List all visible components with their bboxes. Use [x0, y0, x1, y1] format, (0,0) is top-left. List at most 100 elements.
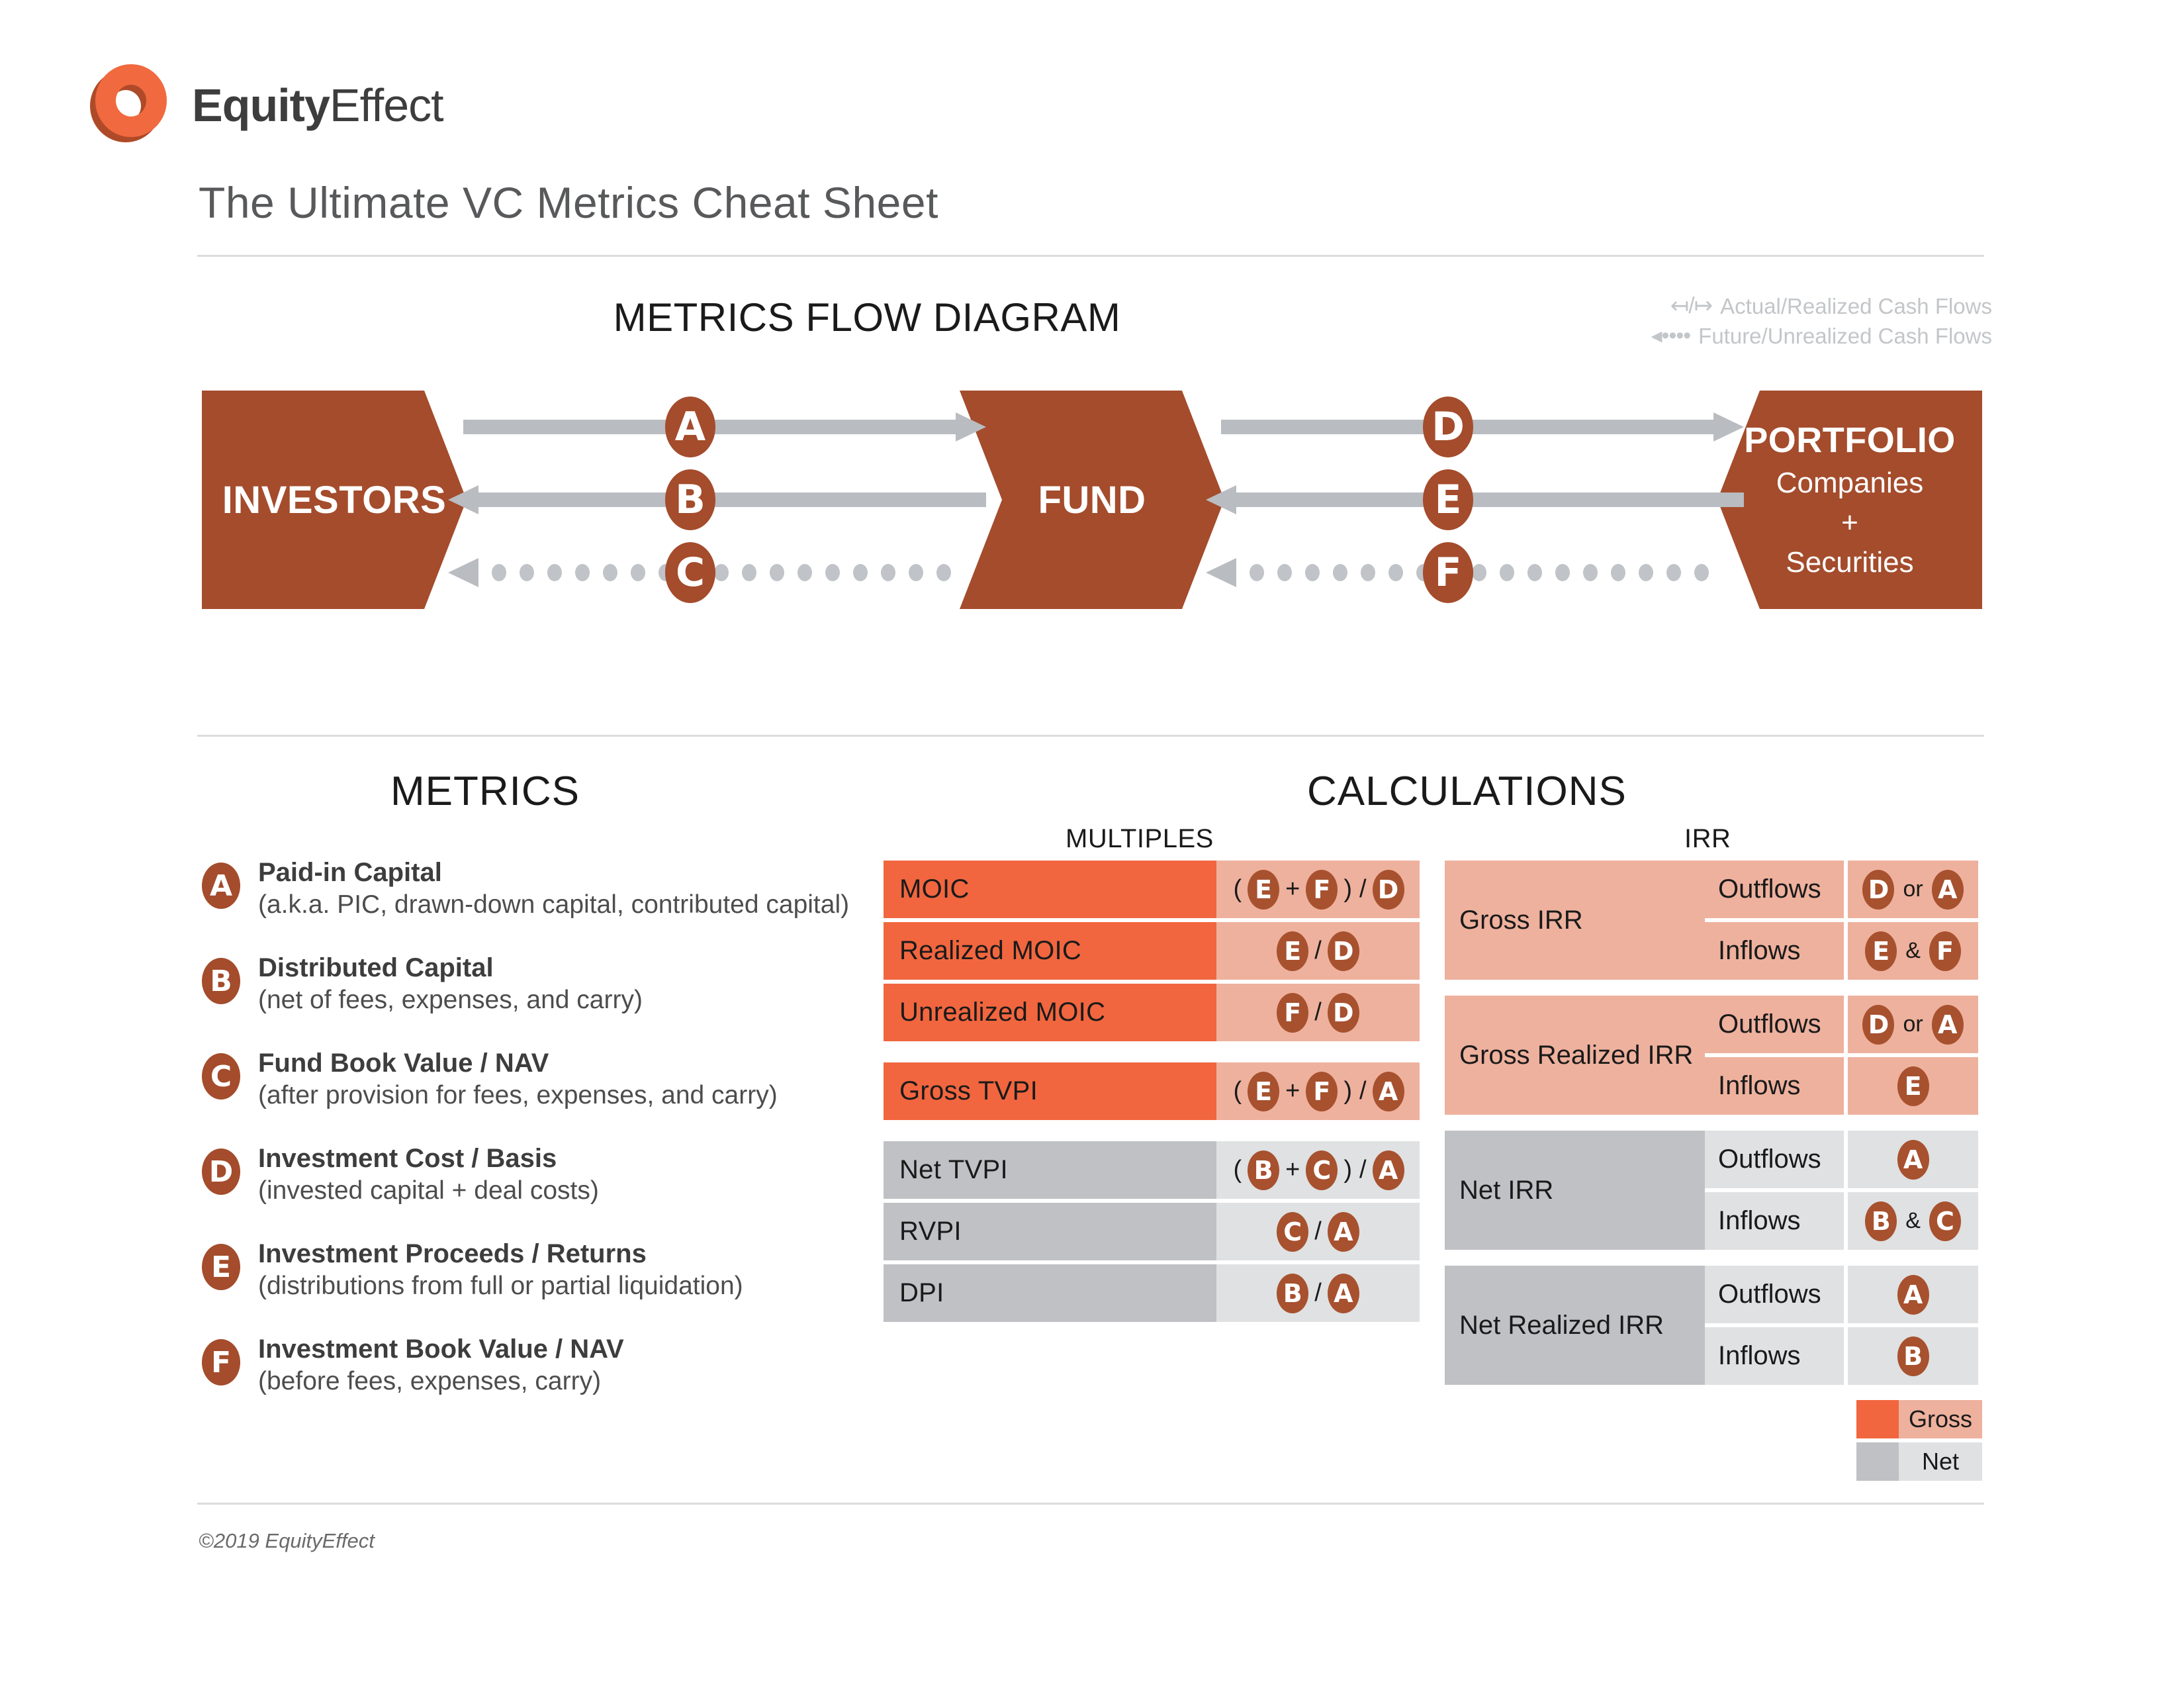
- metric-item-c: C Fund Book Value / NAV (after provision…: [202, 1048, 864, 1143]
- metric-item-d: D Investment Cost / Basis (invested capi…: [202, 1143, 864, 1239]
- table-row: Outflows Dor A: [1705, 996, 1978, 1053]
- multiple-label-rvpi: RVPI: [884, 1203, 1217, 1260]
- formula-pill-d: D: [1862, 1004, 1895, 1045]
- formula-operator: &: [1905, 938, 1921, 963]
- key-label-net: Net: [1899, 1442, 1982, 1481]
- table-row: Gross TVPI (E + F) / A: [884, 1062, 1420, 1120]
- brand-logo: EquityEffect: [86, 63, 444, 148]
- table-row: Unrealized MOIC F / D: [884, 984, 1420, 1041]
- flow-node-fund: FUND: [960, 391, 1224, 609]
- formula-pill-c: C: [1306, 1150, 1338, 1190]
- formula-operator: +: [1285, 1156, 1300, 1184]
- multiple-label-gross-tvpi: Gross TVPI: [884, 1062, 1217, 1120]
- irr-outflows-label: Outflows: [1705, 996, 1844, 1053]
- formula-operator: /: [1314, 998, 1322, 1026]
- table-row: RVPI C / A: [884, 1203, 1420, 1260]
- metric-item-e: E Investment Proceeds / Returns (distrib…: [202, 1239, 864, 1334]
- key-label-gross: Gross: [1899, 1400, 1982, 1438]
- irr-block-net-irr: Net IRR Outflows A Inflows B & C: [1445, 1131, 1982, 1250]
- multiple-formula-realized-moic: E / D: [1216, 922, 1420, 980]
- metric-name-b: Distributed Capital: [258, 953, 494, 982]
- formula-operator: (: [1233, 1156, 1242, 1184]
- metric-desc-c: (after provision for fees, expenses, and…: [258, 1081, 778, 1110]
- table-row: Outflows A: [1705, 1131, 1978, 1188]
- flow-arrow-c-dots: [492, 558, 951, 587]
- metric-badge-f: F: [202, 1339, 240, 1385]
- multiple-formula-gross-tvpi: (E + F) / A: [1216, 1062, 1420, 1120]
- formula-pill-e: E: [1897, 1066, 1929, 1106]
- multiple-label-moic: MOIC: [884, 861, 1217, 918]
- table-spacer: [884, 1045, 1420, 1062]
- formula-operator: ): [1343, 1156, 1352, 1184]
- gross-net-key: Gross Net: [1856, 1400, 1982, 1485]
- metric-badge-d: D: [202, 1149, 240, 1195]
- flow-arrow-d: [1221, 412, 1744, 442]
- brand-name-light: Effect: [329, 79, 444, 131]
- formula-operator: /: [1314, 937, 1322, 964]
- irr-inflows-label: Inflows: [1705, 1192, 1844, 1250]
- formula-operator: /: [1359, 875, 1367, 903]
- multiple-formula-moic: (E + F) / D: [1216, 861, 1420, 918]
- multiples-table: MOIC (E + F) / D Realized MOIC E / D Unrealize…: [884, 861, 1420, 1326]
- legend-label-future: Future/Unrealized Cash Flows: [1698, 323, 1992, 348]
- flow-node-portfolio: PORTFOLIO Companies + Securities: [1717, 391, 1982, 609]
- metric-desc-b: (net of fees, expenses, and carry): [258, 986, 643, 1015]
- irr-heading: IRR: [1684, 824, 1731, 853]
- metrics-list: A Paid-in Capital (a.k.a. PIC, drawn-dow…: [202, 857, 864, 1429]
- irr-block-gross-irr: Gross IRR Outflows Dor A Inflows E & F: [1445, 861, 1982, 980]
- dotted-arrow-icon: ◂••••: [1651, 322, 1691, 348]
- portfolio-sub-plus: +: [1841, 506, 1858, 539]
- formula-pill-d: D: [1862, 869, 1895, 910]
- multiple-label-dpi: DPI: [884, 1264, 1217, 1322]
- flow-arrow-e: [1206, 485, 1744, 514]
- irr-block-gross-realized-irr: Gross Realized IRR Outflows Dor A Inflows…: [1445, 996, 1982, 1115]
- metric-name-f: Investment Book Value / NAV: [258, 1335, 624, 1364]
- table-row: Inflows E & F: [1705, 922, 1978, 980]
- table-row: Inflows B: [1705, 1327, 1978, 1385]
- legend-item-actual: ↤/↦ Actual/Realized Cash Flows: [1651, 291, 1992, 321]
- formula-pill-e: E: [1277, 931, 1309, 971]
- formula-operator: or: [1903, 1011, 1923, 1037]
- table-row: Outflows Dor A: [1705, 861, 1978, 918]
- formula-pill-b: B: [1865, 1201, 1897, 1241]
- formula-operator: ): [1343, 875, 1352, 903]
- irr-inflows-value-net-realized-irr: B: [1848, 1327, 1978, 1385]
- table-spacer: [884, 1124, 1420, 1141]
- formula-operator: ): [1343, 1077, 1352, 1105]
- table-row: Inflows E: [1705, 1057, 1978, 1115]
- formula-operator: +: [1285, 1077, 1300, 1105]
- flow-badge-a: A: [665, 397, 715, 457]
- irr-inflows-value-gross-irr: E & F: [1848, 922, 1978, 980]
- key-swatch-gross: [1856, 1400, 1899, 1438]
- investors-label: INVESTORS: [222, 478, 447, 522]
- metric-desc-e: (distributions from full or partial liqu…: [258, 1272, 743, 1301]
- metric-name-a: Paid-in Capital: [258, 858, 442, 887]
- formula-pill-d: D: [1372, 869, 1404, 910]
- formula-pill-c: C: [1929, 1201, 1961, 1241]
- metric-badge-b: B: [202, 958, 240, 1004]
- formula-pill-b: B: [1277, 1273, 1309, 1313]
- multiple-label-unrealized-moic: Unrealized MOIC: [884, 984, 1217, 1041]
- formula-operator: /: [1314, 1217, 1322, 1245]
- metric-desc-d: (invested capital + deal costs): [258, 1176, 599, 1205]
- formula-pill-f: F: [1929, 931, 1961, 971]
- formula-pill-a: A: [1931, 1004, 1964, 1045]
- metric-badge-a: A: [202, 863, 240, 909]
- irr-outflows-label: Outflows: [1705, 861, 1844, 918]
- metric-desc-f: (before fees, expenses, carry): [258, 1367, 602, 1396]
- irr-inflows-label: Inflows: [1705, 922, 1844, 980]
- key-swatch-net: [1856, 1442, 1899, 1481]
- brand-name-bold: Equity: [192, 79, 330, 131]
- formula-operator: +: [1285, 875, 1300, 903]
- legend-item-future: ◂•••• Future/Unrealized Cash Flows: [1651, 321, 1992, 351]
- metric-desc-a: (a.k.a. PIC, drawn-down capital, contrib…: [258, 890, 850, 919]
- cheat-sheet-page: EquityEffect The Ultimate VC Metrics Che…: [0, 0, 2184, 1688]
- irr-inflows-label: Inflows: [1705, 1057, 1844, 1115]
- flow-arrow-a: [463, 412, 986, 442]
- fund-label: FUND: [1038, 478, 1146, 522]
- formula-pill-f: F: [1277, 992, 1309, 1033]
- formula-operator: or: [1903, 876, 1923, 902]
- table-row: DPI B / A: [884, 1264, 1420, 1322]
- multiples-heading: MULTIPLES: [1066, 824, 1214, 853]
- copyright-notice: ©2019 EquityEffect: [199, 1529, 375, 1552]
